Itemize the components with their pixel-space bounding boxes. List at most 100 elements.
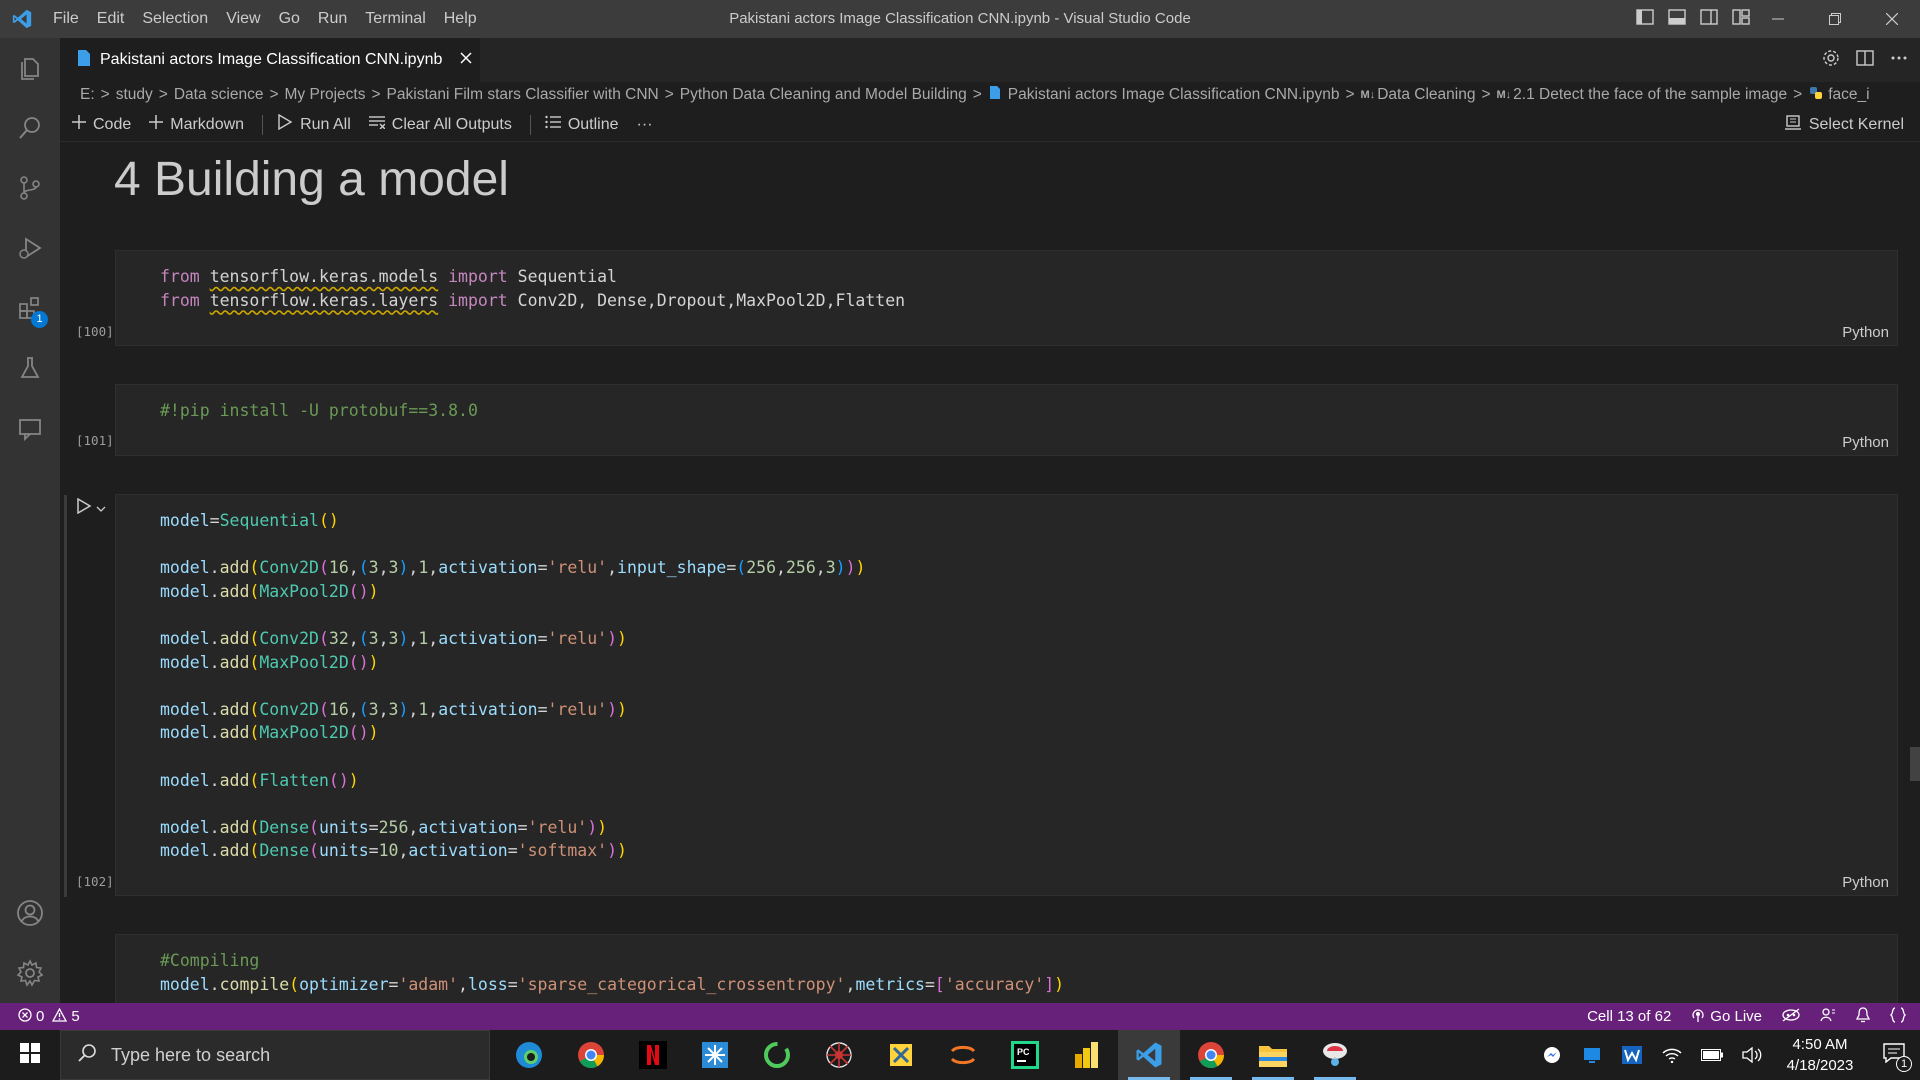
chevron-right-icon: > [371, 86, 381, 103]
code-cell[interactable]: model=Sequential() model.add(Conv2D(16,(… [115, 494, 1898, 896]
breadcrumb-item[interactable]: E: [80, 86, 95, 104]
menu-file[interactable]: File [44, 0, 88, 38]
manage-gear-icon[interactable] [0, 943, 60, 1003]
breadcrumb-item[interactable]: My Projects [285, 86, 366, 104]
toggle-primary-sidebar-icon[interactable] [1636, 8, 1654, 30]
jupyter-app-icon[interactable] [932, 1030, 994, 1080]
netflix-app-icon[interactable] [622, 1030, 684, 1080]
markdown-icon: M↓ [1360, 89, 1376, 101]
outline-button[interactable]: Outline [545, 115, 619, 134]
code-editor[interactable]: #!pip install -U protobuf==3.8.0 [160, 399, 478, 423]
cell-language-label[interactable]: Python [1842, 324, 1889, 341]
customize-layout-icon[interactable] [1732, 8, 1750, 30]
notebook-settings-gear-icon[interactable] [1822, 49, 1840, 72]
feedback-icon[interactable] [1820, 1007, 1836, 1027]
run-all-button[interactable]: Run All [277, 113, 351, 135]
notifications-bell-icon[interactable] [1855, 1006, 1871, 1027]
cell-language-label[interactable]: Python [1842, 434, 1889, 451]
problems-indicator[interactable]: 0 5 [18, 1003, 80, 1030]
volume-icon[interactable] [1732, 1030, 1772, 1080]
chevron-down-icon[interactable] [96, 500, 106, 518]
select-kernel-button[interactable]: Select Kernel [1784, 108, 1904, 142]
store-tray-icon[interactable] [1572, 1030, 1612, 1080]
run-and-debug-icon[interactable] [0, 218, 60, 278]
snipping-tool-app-icon[interactable] [684, 1030, 746, 1080]
breadcrumb-item[interactable]: Pakistani actors Image Classification CN… [1008, 86, 1340, 104]
pycharm-app-icon[interactable]: PC [994, 1030, 1056, 1080]
cell-language-label[interactable]: Python [1842, 874, 1889, 891]
extensions-icon[interactable]: 1 [0, 278, 60, 338]
svg-text:PC: PC [1017, 1047, 1030, 1057]
code-cell[interactable]: #!pip install -U protobuf==3.8.0 Python [115, 384, 1898, 456]
file-explorer-app-icon[interactable] [1242, 1030, 1304, 1080]
close-window-button[interactable] [1863, 0, 1920, 38]
anaconda-app-icon[interactable] [1304, 1030, 1366, 1080]
battery-icon[interactable] [1692, 1030, 1732, 1080]
notebook-toolbar: Code Markdown Run All Clear All Outputs … [60, 108, 1920, 142]
copilot-disabled-icon[interactable] [1782, 1007, 1800, 1026]
go-live-button[interactable]: Go Live [1691, 1008, 1762, 1026]
toggle-secondary-sidebar-icon[interactable] [1700, 8, 1718, 30]
chrome-profile-app-icon[interactable] [1180, 1030, 1242, 1080]
code-cell[interactable]: from tensorflow.keras.models import Sequ… [115, 250, 1898, 346]
code-editor[interactable]: model=Sequential() model.add(Conv2D(16,(… [160, 509, 865, 863]
search-icon[interactable] [0, 98, 60, 158]
taskbar-search-box[interactable]: Type here to search [60, 1030, 490, 1080]
code-cell[interactable]: #Compiling model.compile(optimizer='adam… [115, 934, 1898, 1003]
remote-explorer-icon[interactable] [0, 398, 60, 458]
add-code-cell-button[interactable]: Code [72, 115, 131, 134]
tab-notebook[interactable]: Pakistani actors Image Classification CN… [60, 38, 480, 82]
menu-terminal[interactable]: Terminal [356, 0, 434, 38]
breadcrumb-item[interactable]: Pakistani Film stars Classifier with CNN [387, 86, 659, 104]
testing-icon[interactable] [0, 338, 60, 398]
menu-go[interactable]: Go [270, 0, 309, 38]
toggle-panel-icon[interactable] [1668, 8, 1686, 30]
source-control-icon[interactable] [0, 158, 60, 218]
menu-selection[interactable]: Selection [133, 0, 217, 38]
status-bar: 0 5 Cell 13 of 62 Go Live [0, 1003, 1920, 1030]
toolbar-divider [262, 114, 264, 135]
breadcrumb-item[interactable]: Data science [174, 86, 264, 104]
wallet-tray-icon[interactable] [1612, 1030, 1652, 1080]
menu-view[interactable]: View [217, 0, 269, 38]
restore-button[interactable] [1806, 0, 1863, 38]
add-markdown-cell-button[interactable]: Markdown [149, 115, 244, 134]
breadcrumb-item[interactable]: face_i [1828, 86, 1869, 104]
power-bi-app-icon[interactable] [1056, 1030, 1118, 1080]
explorer-icon[interactable] [0, 38, 60, 98]
chrome-app-icon[interactable] [560, 1030, 622, 1080]
clear-all-outputs-button[interactable]: Clear All Outputs [368, 115, 512, 134]
refresh-app-icon[interactable] [746, 1030, 808, 1080]
more-actions-icon[interactable] [1890, 49, 1908, 72]
accounts-icon[interactable] [0, 883, 60, 943]
breadcrumb-item[interactable]: study [116, 86, 153, 104]
wifi-icon[interactable] [1652, 1030, 1692, 1080]
vscode-app-icon[interactable] [1118, 1030, 1180, 1080]
spider-app-icon[interactable] [808, 1030, 870, 1080]
cell-position[interactable]: Cell 13 of 62 [1587, 1008, 1671, 1025]
action-center-button[interactable]: 1 [1868, 1030, 1920, 1080]
menu-help[interactable]: Help [435, 0, 486, 38]
breadcrumb-item[interactable]: Data Cleaning [1377, 86, 1475, 104]
editor-scrollbar[interactable] [1906, 142, 1920, 1003]
menu-edit[interactable]: Edit [88, 0, 134, 38]
toolbar-more-button[interactable]: ··· [637, 116, 653, 134]
messenger-tray-icon[interactable] [1532, 1030, 1572, 1080]
breadcrumb-item[interactable]: 2.1 Detect the face of the sample image [1513, 86, 1787, 104]
code-editor[interactable]: from tensorflow.keras.models import Sequ… [160, 265, 905, 312]
taskbar-clock[interactable]: 4:50 AM 4/18/2023 [1772, 1034, 1868, 1076]
breadcrumb-item[interactable]: Python Data Cleaning and Model Building [680, 86, 967, 104]
windows-start-button[interactable] [0, 1030, 60, 1080]
scrollbar-thumb[interactable] [1910, 747, 1920, 781]
split-editor-icon[interactable] [1856, 49, 1874, 72]
layout-braces-icon[interactable] [1889, 1006, 1907, 1027]
run-cell-button[interactable] [76, 497, 106, 519]
minimize-button[interactable] [1749, 0, 1806, 38]
code-editor[interactable]: #Compiling model.compile(optimizer='adam… [160, 949, 1064, 996]
chevron-right-icon: > [1345, 86, 1355, 103]
close-icon[interactable] [460, 51, 472, 69]
python-idle-app-icon[interactable] [870, 1030, 932, 1080]
menu-run[interactable]: Run [309, 0, 356, 38]
edge-app-icon[interactable] [498, 1030, 560, 1080]
run-all-label: Run All [300, 115, 351, 133]
